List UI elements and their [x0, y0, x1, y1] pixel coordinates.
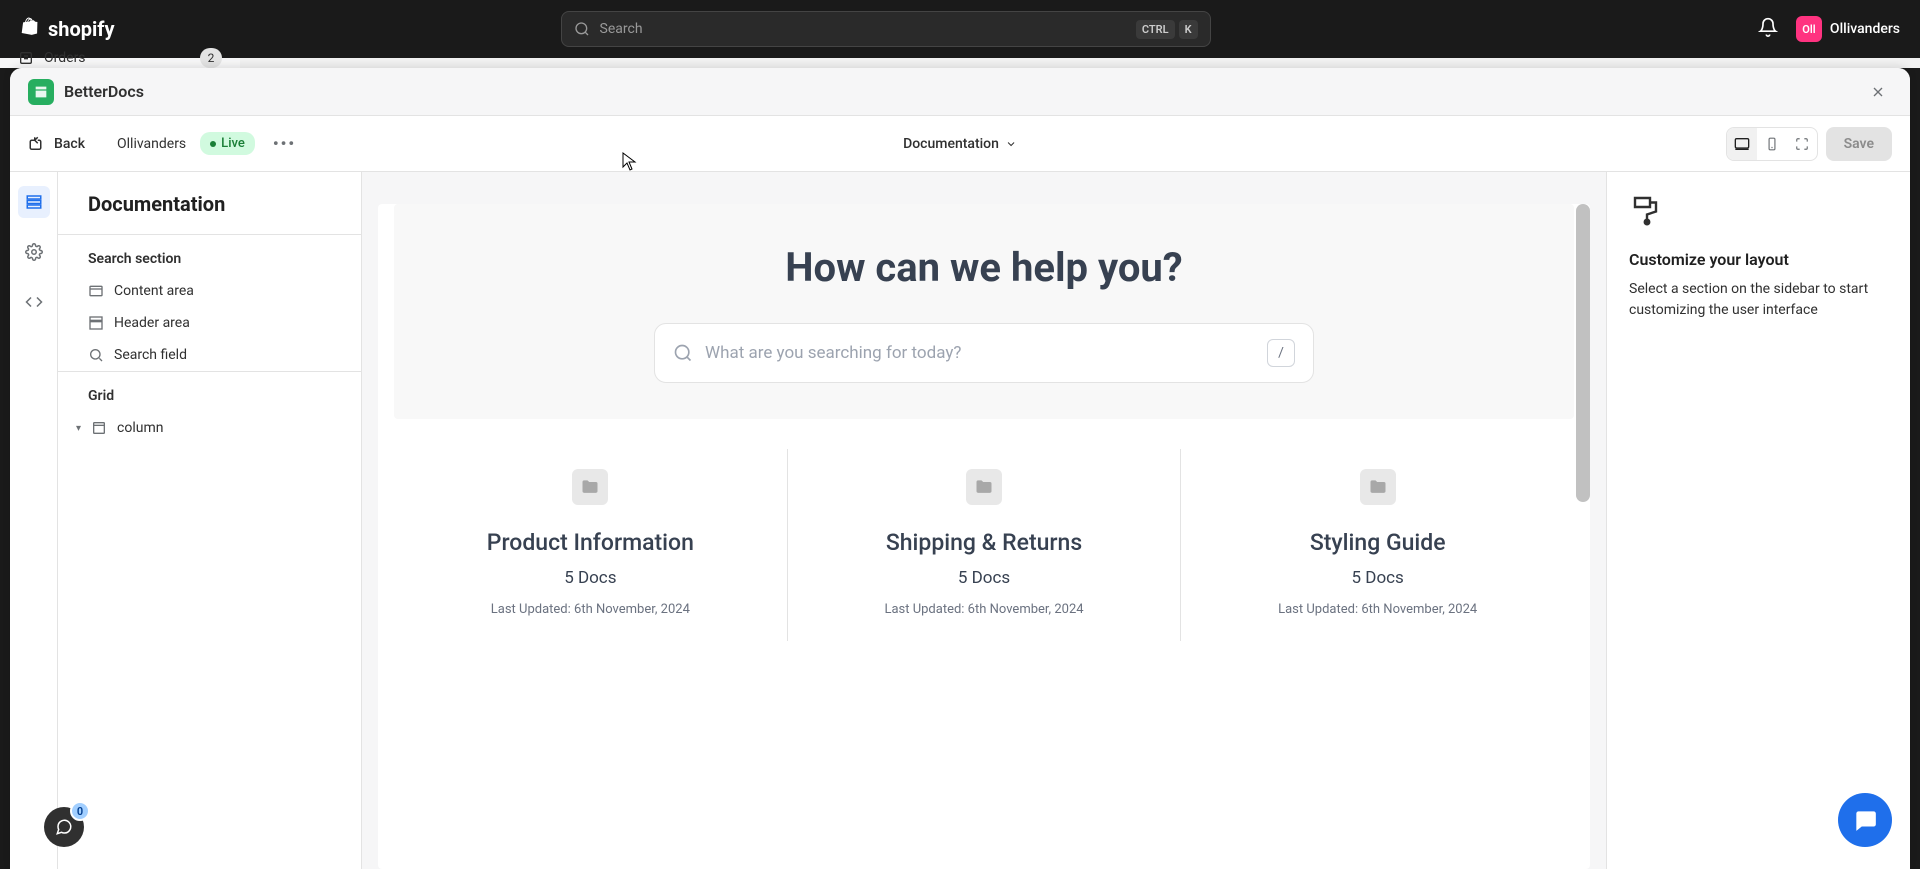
code-icon — [25, 293, 43, 311]
mobile-view-button[interactable] — [1757, 128, 1787, 160]
folder-icon — [966, 469, 1002, 505]
admin-nav-peek: Orders 2 — [0, 58, 240, 68]
category-cards: Product Information 5 Docs Last Updated:… — [394, 449, 1574, 641]
chat-icon — [55, 818, 73, 836]
orders-icon — [18, 50, 34, 66]
sections-icon — [25, 193, 43, 211]
hero-section: How can we help you? What are you search… — [394, 204, 1574, 419]
category-card[interactable]: Styling Guide 5 Docs Last Updated: 6th N… — [1181, 449, 1574, 641]
search-placeholder: Search — [600, 21, 1136, 37]
back-label: Back — [54, 136, 85, 152]
admin-background — [0, 58, 1920, 68]
fullscreen-button[interactable] — [1787, 128, 1817, 160]
nav-rail — [10, 172, 58, 869]
back-icon — [28, 135, 46, 153]
inspector-title: Customize your layout — [1629, 250, 1888, 269]
more-actions-button[interactable]: ••• — [273, 134, 296, 153]
notifications-button[interactable] — [1758, 17, 1778, 41]
canvas-scrollbar[interactable] — [1576, 204, 1590, 502]
app-badge — [28, 79, 54, 105]
code-tab[interactable] — [18, 286, 50, 318]
device-toggle — [1726, 127, 1818, 161]
chevron-down-icon — [1005, 138, 1017, 150]
preview-canvas[interactable]: How can we help you? What are you search… — [378, 204, 1590, 869]
category-card[interactable]: Shipping & Returns 5 Docs Last Updated: … — [788, 449, 1182, 641]
editor-header: Back Ollivanders Live ••• Documentation … — [10, 116, 1910, 172]
search-shortcut: CTRL K — [1136, 20, 1198, 39]
shopify-topbar: shopify Search CTRL K Oll Ollivanders — [0, 0, 1920, 58]
account-menu[interactable]: Oll Ollivanders — [1796, 16, 1900, 42]
shopify-logo[interactable]: shopify — [20, 17, 115, 41]
paint-roller-icon — [1629, 192, 1888, 232]
store-name[interactable]: Ollivanders — [117, 136, 186, 152]
hero-search-placeholder: What are you searching for today? — [705, 343, 1267, 363]
mobile-icon — [1765, 137, 1779, 151]
hero-search[interactable]: What are you searching for today? / — [654, 323, 1314, 383]
sections-tab[interactable] — [18, 186, 50, 218]
app-name: BetterDocs — [64, 82, 144, 101]
preview-canvas-wrap: How can we help you? What are you search… — [362, 172, 1606, 869]
layout-icon — [88, 283, 104, 299]
block-column[interactable]: ▾ column — [58, 412, 361, 444]
gear-icon — [25, 243, 43, 261]
back-button[interactable]: Back — [28, 135, 85, 153]
global-search[interactable]: Search CTRL K — [561, 11, 1211, 47]
bell-icon — [1758, 17, 1778, 37]
editor-body: Documentation Search section Content are… — [10, 172, 1910, 869]
folder-icon — [572, 469, 608, 505]
block-content-area[interactable]: Content area — [58, 275, 361, 307]
block-search-field[interactable]: Search field — [58, 339, 361, 371]
section-header-search[interactable]: Search section — [58, 235, 361, 275]
hero-title: How can we help you? — [414, 244, 1554, 291]
close-icon — [1870, 84, 1886, 100]
user-avatar: Oll — [1796, 16, 1822, 42]
settings-tab[interactable] — [18, 236, 50, 268]
inspector-hint: Select a section on the sidebar to start… — [1629, 279, 1888, 321]
search-icon — [574, 21, 590, 37]
chat-badge: 0 — [70, 801, 90, 821]
fullscreen-icon — [1795, 137, 1809, 151]
column-icon — [91, 420, 107, 436]
modal-header: BetterDocs — [10, 68, 1910, 116]
sections-panel: Documentation Search section Content are… — [58, 172, 362, 869]
chat-widget[interactable]: 0 — [44, 807, 84, 847]
page-selector[interactable]: Documentation — [903, 136, 1017, 152]
support-chat-icon — [1852, 807, 1878, 833]
close-button[interactable] — [1864, 78, 1892, 106]
support-widget[interactable] — [1838, 793, 1892, 847]
chevron-down-icon: ▾ — [76, 423, 81, 434]
status-badge: Live — [200, 132, 255, 155]
shopify-bag-icon — [20, 17, 42, 41]
user-name: Ollivanders — [1830, 21, 1900, 37]
category-card[interactable]: Product Information 5 Docs Last Updated:… — [394, 449, 788, 641]
app-modal: BetterDocs Back Ollivanders Live ••• Doc… — [10, 68, 1910, 869]
save-button[interactable]: Save — [1826, 127, 1892, 161]
brand-text: shopify — [48, 17, 115, 41]
panel-title: Documentation — [58, 192, 361, 234]
slash-shortcut: / — [1267, 339, 1295, 367]
section-header-grid[interactable]: Grid — [58, 372, 361, 412]
app-icon — [33, 84, 49, 100]
search-icon — [88, 347, 104, 363]
desktop-icon — [1734, 136, 1750, 152]
desktop-view-button[interactable] — [1727, 128, 1757, 160]
search-icon — [673, 343, 693, 363]
folder-icon — [1360, 469, 1396, 505]
block-header-area[interactable]: Header area — [58, 307, 361, 339]
header-icon — [88, 315, 104, 331]
inspector-panel: Customize your layout Select a section o… — [1606, 172, 1910, 869]
